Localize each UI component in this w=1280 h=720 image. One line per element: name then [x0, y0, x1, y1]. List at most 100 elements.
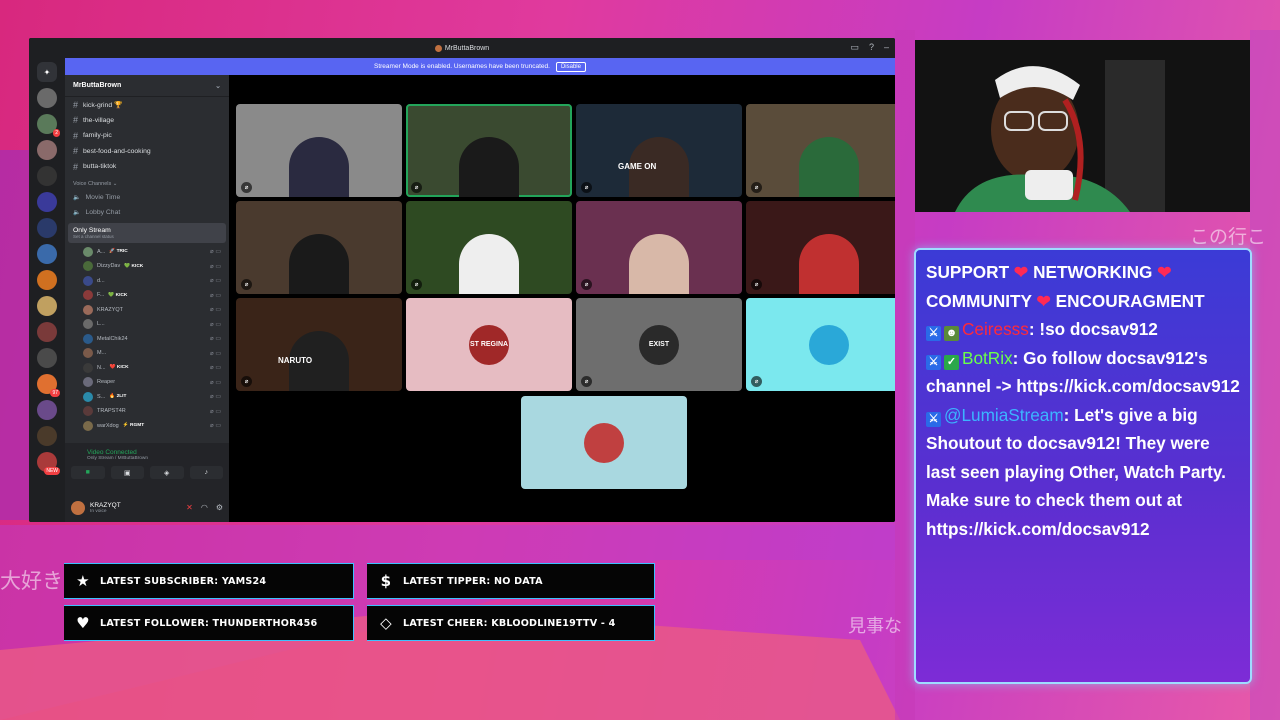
server-icon[interactable] [37, 88, 57, 108]
chat-text: : !so docsav912 [1028, 319, 1158, 339]
activity-button[interactable]: ◈ [150, 466, 184, 479]
mic-muted-icon: ⌀ ▭ [210, 379, 221, 386]
inbox-icon[interactable]: ▭ [850, 42, 859, 53]
voice-channel[interactable]: 🔈 Lobby Chat [65, 205, 229, 221]
mic-muted-icon[interactable]: ✕ [186, 503, 193, 512]
chat-header-support: SUPPORT [926, 262, 1010, 282]
server-icon[interactable] [37, 166, 57, 186]
server-icon[interactable] [37, 426, 57, 446]
voice-user[interactable]: S... 🔥 2LIT ⌀ ▭ [65, 390, 229, 405]
text-channel[interactable]: # kick-grind 🏆 [65, 97, 229, 113]
server-icon[interactable] [37, 192, 57, 212]
avatar [83, 290, 93, 301]
user-tag: 🔥 2LIT [109, 394, 127, 400]
chat-username[interactable]: @LumiaStream [944, 405, 1064, 425]
video-tile[interactable]: ⌀ [236, 104, 402, 197]
chat-message: ⚔ @LumiaStream: Let's give a big Shoutout… [926, 401, 1240, 544]
voice-user[interactable]: M... ⌀ ▭ [65, 346, 229, 361]
screen-share-button[interactable]: ▣ [110, 466, 144, 479]
voice-user[interactable]: d... ⌀ ▭ [65, 274, 229, 289]
mic-muted-icon: ⌀ ▭ [210, 350, 221, 357]
participant-video [459, 137, 519, 197]
avatar[interactable] [71, 500, 85, 515]
participant-video [799, 137, 859, 197]
minimize-button[interactable]: – [884, 42, 889, 53]
settings-gear-icon[interactable]: ⚙ [216, 503, 223, 512]
discord-home-icon[interactable]: ✦ [37, 62, 57, 82]
server-icon[interactable] [37, 296, 57, 316]
moderator-badge-icon: ⚔ [926, 411, 941, 427]
voice-user[interactable]: Reaper ⌀ ▭ [65, 375, 229, 390]
streamer-mode-banner: Streamer Mode is enabled. Usernames have… [65, 58, 895, 75]
voice-user[interactable]: KRAZYQT ⌀ ▭ [65, 303, 229, 318]
voice-user[interactable]: L... ⌀ ▭ [65, 317, 229, 332]
video-tile[interactable]: ST REGINA [406, 298, 572, 391]
voice-channel[interactable]: 🔈 Movie Time [65, 190, 229, 206]
video-tile[interactable]: EXIST ⌀ [576, 298, 742, 391]
tile-label: ST REGINA [469, 341, 509, 348]
video-tile[interactable]: NARUTO ⌀ [236, 298, 402, 391]
star-icon: ★ [76, 572, 90, 590]
mic-muted-icon: ⌀ [751, 182, 762, 193]
voice-user[interactable]: MetalChik24 ⌀ ▭ [65, 332, 229, 347]
participant-video [799, 234, 859, 294]
voice-user[interactable]: F... 💚 KICK ⌀ ▭ [65, 288, 229, 303]
text-channel[interactable]: # best-food-and-cooking [65, 144, 229, 160]
server-badge: 97 [50, 389, 60, 397]
webcam-image [915, 40, 1250, 212]
chat-message: ⚔ ✓ BotRix: Go follow docsav912's channel … [926, 344, 1240, 401]
chat-username[interactable]: BotRix [962, 348, 1013, 368]
avatar [83, 333, 93, 344]
server-icon[interactable]: NEW [37, 452, 60, 475]
video-tile[interactable] [521, 396, 687, 489]
avatar [83, 246, 93, 257]
server-icon[interactable] [37, 270, 57, 290]
voice-user-name: MetalChik24 [97, 335, 128, 342]
headphones-icon[interactable]: ◠ [201, 503, 208, 512]
video-tile[interactable]: GAME ON ⌀ [576, 104, 742, 197]
chat-username[interactable]: Ceiresss [962, 319, 1029, 339]
video-tile[interactable]: ⌀ [576, 201, 742, 294]
video-tile[interactable]: ⌀ [746, 104, 895, 197]
avatar [83, 261, 93, 272]
server-icon[interactable] [37, 218, 57, 238]
server-icon[interactable] [37, 400, 57, 420]
text-channel[interactable]: # butta-tiktok [65, 159, 229, 175]
disable-streamer-button[interactable]: Disable [555, 61, 586, 72]
voice-user[interactable]: warXdog ⚡ RGMT ⌀ ▭ [65, 419, 229, 434]
voice-user-name: TRAPST4R [97, 408, 126, 415]
video-tile[interactable]: ⌀ [406, 104, 572, 197]
server-icon[interactable] [37, 244, 57, 264]
video-tile[interactable]: ⌀ [746, 201, 895, 294]
voice-user[interactable]: TRAPST4R ⌀ ▭ [65, 404, 229, 419]
user-panel: KRAZYQT In voice ✕ ◠ ⚙ [65, 493, 229, 522]
video-tile[interactable]: ⌀ [406, 201, 572, 294]
server-icon[interactable] [37, 322, 57, 342]
jp-text-bottom-right: 見事な [848, 616, 902, 637]
server-icon[interactable]: 2 [37, 114, 60, 137]
avatar [83, 391, 93, 402]
text-channel[interactable]: # the-village [65, 113, 229, 129]
camera-button[interactable]: ■ [71, 466, 105, 479]
server-icon[interactable] [37, 348, 57, 368]
voice-channel-only-stream[interactable]: Only Stream Set a channel status [68, 222, 226, 243]
speaker-icon: 🔈 [73, 210, 81, 217]
server-icon[interactable] [37, 140, 57, 160]
participant-video [629, 234, 689, 294]
voice-user[interactable]: N... ❤️ KICK ⌀ ▭ [65, 361, 229, 376]
server-name: MrButtaBrown [73, 82, 122, 89]
voice-user[interactable]: DizzyDav 💚 KICK ⌀ ▭ [65, 259, 229, 274]
server-header[interactable]: MrButtaBrown ⌄ [65, 75, 229, 97]
help-icon[interactable]: ? [869, 42, 874, 53]
voice-category[interactable]: Voice Channels ⌄ [65, 175, 229, 190]
window-title: MrButtaBrown [444, 44, 490, 52]
voice-user[interactable]: A... 🚀 TRIC ⌀ ▭ [65, 245, 229, 260]
mic-muted-icon: ⌀ ▭ [210, 423, 221, 430]
server-icon[interactable]: 97 [37, 374, 60, 397]
latest-tipper-text: LATEST TIPPER: NO DATA [403, 575, 543, 587]
soundboard-button[interactable]: ♪ [189, 466, 223, 479]
video-tile[interactable]: ⌀ [236, 201, 402, 294]
user-tag: ⚡ RGMT [122, 423, 145, 429]
text-channel[interactable]: # family-pic [65, 128, 229, 144]
video-tile[interactable]: ⌀ [746, 298, 895, 391]
